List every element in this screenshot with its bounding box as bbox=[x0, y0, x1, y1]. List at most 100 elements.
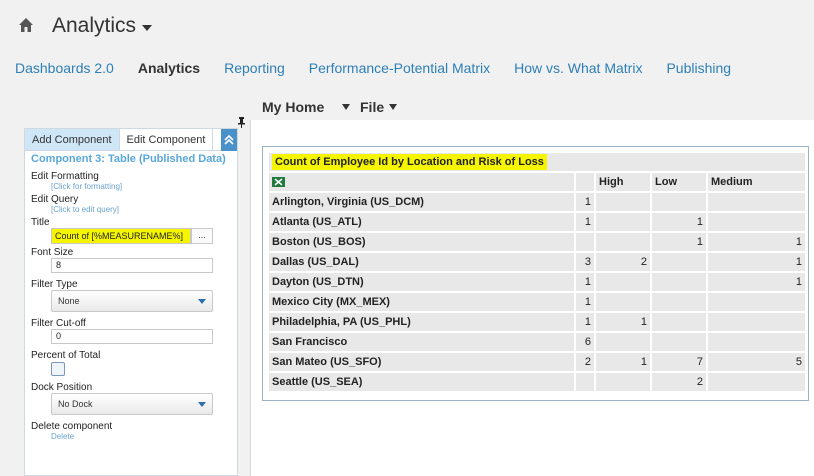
tab-analytics[interactable]: Analytics bbox=[138, 60, 200, 76]
cell-value bbox=[708, 373, 805, 391]
cell-value bbox=[652, 193, 706, 211]
cell-value: 1 bbox=[576, 293, 594, 311]
cell-value bbox=[576, 233, 594, 251]
my-home-menu[interactable]: My Home bbox=[262, 99, 351, 115]
row-label: Dallas (US_DAL) bbox=[269, 253, 574, 271]
filter-type-label: Filter Type bbox=[31, 279, 78, 290]
filter-type-value: None bbox=[58, 296, 80, 306]
home-icon[interactable] bbox=[18, 17, 34, 33]
excel-export-icon[interactable] bbox=[272, 177, 285, 188]
title-label: Title bbox=[31, 217, 50, 228]
row-label: Philadelphia, PA (US_PHL) bbox=[269, 313, 574, 331]
report-title: Count of Employee Id by Location and Ris… bbox=[272, 154, 547, 170]
edit-formatting-link[interactable]: [Click for formatting] bbox=[25, 182, 237, 191]
filter-cutoff-label: Filter Cut-off bbox=[31, 318, 86, 329]
cell-value bbox=[596, 273, 650, 291]
table-row: Dayton (US_DTN) 1 1 bbox=[269, 273, 805, 291]
table-row: San Francisco 6 bbox=[269, 333, 805, 351]
cell-value bbox=[652, 253, 706, 271]
chevron-down-icon bbox=[342, 104, 351, 110]
cell-value: 1 bbox=[708, 233, 805, 251]
row-label: Atlanta (US_ATL) bbox=[269, 213, 574, 231]
title-field: Count of [%MEASURENAME%] ... bbox=[51, 228, 237, 244]
percent-total-checkbox[interactable] bbox=[51, 362, 65, 376]
column-header bbox=[576, 173, 594, 191]
cell-value bbox=[652, 293, 706, 311]
edit-query-link[interactable]: [Click to edit query] bbox=[25, 205, 237, 214]
filter-cutoff-input[interactable]: 0 bbox=[51, 329, 213, 344]
cell-value: 3 bbox=[576, 253, 594, 271]
tab-dashboards[interactable]: Dashboards 2.0 bbox=[15, 60, 114, 76]
tab-add-component[interactable]: Add Component bbox=[25, 129, 119, 150]
cell-value bbox=[576, 373, 594, 391]
chevron-down-icon bbox=[198, 298, 206, 304]
cell-value: 7 bbox=[652, 353, 706, 371]
top-header: Analytics Dashboards 2.0 Analytics Repor… bbox=[0, 0, 814, 90]
chevron-down-icon bbox=[389, 104, 398, 110]
title-picker-button[interactable]: ... bbox=[191, 228, 213, 244]
dock-position-select[interactable]: No Dock bbox=[51, 393, 213, 415]
cell-value: 2 bbox=[596, 253, 650, 271]
app-title-menu[interactable]: Analytics bbox=[52, 14, 153, 38]
file-menu[interactable]: File bbox=[360, 99, 398, 115]
chevron-down-icon bbox=[198, 401, 206, 407]
cell-value: 1 bbox=[596, 353, 650, 371]
table-row: Dallas (US_DAL) 3 2 1 bbox=[269, 253, 805, 271]
panel-divider[interactable] bbox=[250, 120, 251, 476]
row-label: San Francisco bbox=[269, 333, 574, 351]
cell-value bbox=[596, 333, 650, 351]
cell-value: 2 bbox=[576, 353, 594, 371]
header-row: High Low Medium bbox=[269, 173, 805, 191]
cell-value bbox=[708, 213, 805, 231]
column-header-low: Low bbox=[652, 173, 706, 191]
edit-formatting-label: Edit Formatting bbox=[31, 171, 99, 182]
cell-value bbox=[708, 313, 805, 331]
title-input[interactable]: Count of [%MEASURENAME%] bbox=[51, 228, 191, 244]
chevron-down-icon bbox=[142, 24, 153, 31]
table-row: Atlanta (US_ATL) 1 1 bbox=[269, 213, 805, 231]
table-row: Philadelphia, PA (US_PHL) 1 1 bbox=[269, 313, 805, 331]
cell-value: 5 bbox=[708, 353, 805, 371]
my-home-label: My Home bbox=[262, 99, 325, 115]
column-header-high: High bbox=[596, 173, 650, 191]
tab-reporting[interactable]: Reporting bbox=[224, 60, 285, 76]
filter-type-select[interactable]: None bbox=[51, 290, 213, 312]
table-row: San Mateo (US_SFO) 2 1 7 5 bbox=[269, 353, 805, 371]
cell-value: 6 bbox=[576, 333, 594, 351]
cell-value bbox=[596, 213, 650, 231]
component-editor: Add Component Edit Component Component 3… bbox=[24, 128, 238, 476]
row-label: Seattle (US_SEA) bbox=[269, 373, 574, 391]
cell-value bbox=[652, 333, 706, 351]
collapse-panel-button[interactable] bbox=[221, 129, 237, 151]
cell-value bbox=[596, 233, 650, 251]
row-label: Mexico City (MX_MEX) bbox=[269, 293, 574, 311]
panel-tabs: Add Component Edit Component bbox=[25, 129, 237, 151]
component-panel: Add Component Edit Component Component 3… bbox=[0, 120, 250, 476]
cell-value bbox=[596, 373, 650, 391]
dock-position-value: No Dock bbox=[58, 399, 93, 409]
file-menu-label: File bbox=[360, 99, 385, 115]
tab-how-vs-what-matrix[interactable]: How vs. What Matrix bbox=[514, 60, 642, 76]
cell-value bbox=[708, 333, 805, 351]
cell-value bbox=[596, 293, 650, 311]
cell-value bbox=[652, 313, 706, 331]
edit-query-label: Edit Query bbox=[31, 194, 79, 205]
delete-link[interactable]: Delete bbox=[25, 432, 237, 441]
pin-icon[interactable] bbox=[238, 117, 245, 128]
table-row: Boston (US_BOS) 1 1 bbox=[269, 233, 805, 251]
cell-value: 1 bbox=[596, 313, 650, 331]
tab-publishing[interactable]: Publishing bbox=[666, 60, 731, 76]
cell-value: 1 bbox=[652, 233, 706, 251]
row-label: Boston (US_BOS) bbox=[269, 233, 574, 251]
report-component: Count of Employee Id by Location and Ris… bbox=[262, 146, 809, 401]
percent-total-label: Percent of Total bbox=[31, 350, 101, 361]
table-row: Arlington, Virginia (US_DCM) 1 bbox=[269, 193, 805, 211]
font-size-input[interactable]: 8 bbox=[51, 258, 213, 273]
report-table: Count of Employee Id by Location and Ris… bbox=[267, 151, 807, 393]
tab-performance-potential-matrix[interactable]: Performance-Potential Matrix bbox=[309, 60, 490, 76]
cell-value: 1 bbox=[576, 313, 594, 331]
report-title-row: Count of Employee Id by Location and Ris… bbox=[269, 153, 805, 171]
tab-edit-component[interactable]: Edit Component bbox=[118, 129, 214, 150]
report-title-cell: Count of Employee Id by Location and Ris… bbox=[269, 153, 805, 171]
row-label: San Mateo (US_SFO) bbox=[269, 353, 574, 371]
